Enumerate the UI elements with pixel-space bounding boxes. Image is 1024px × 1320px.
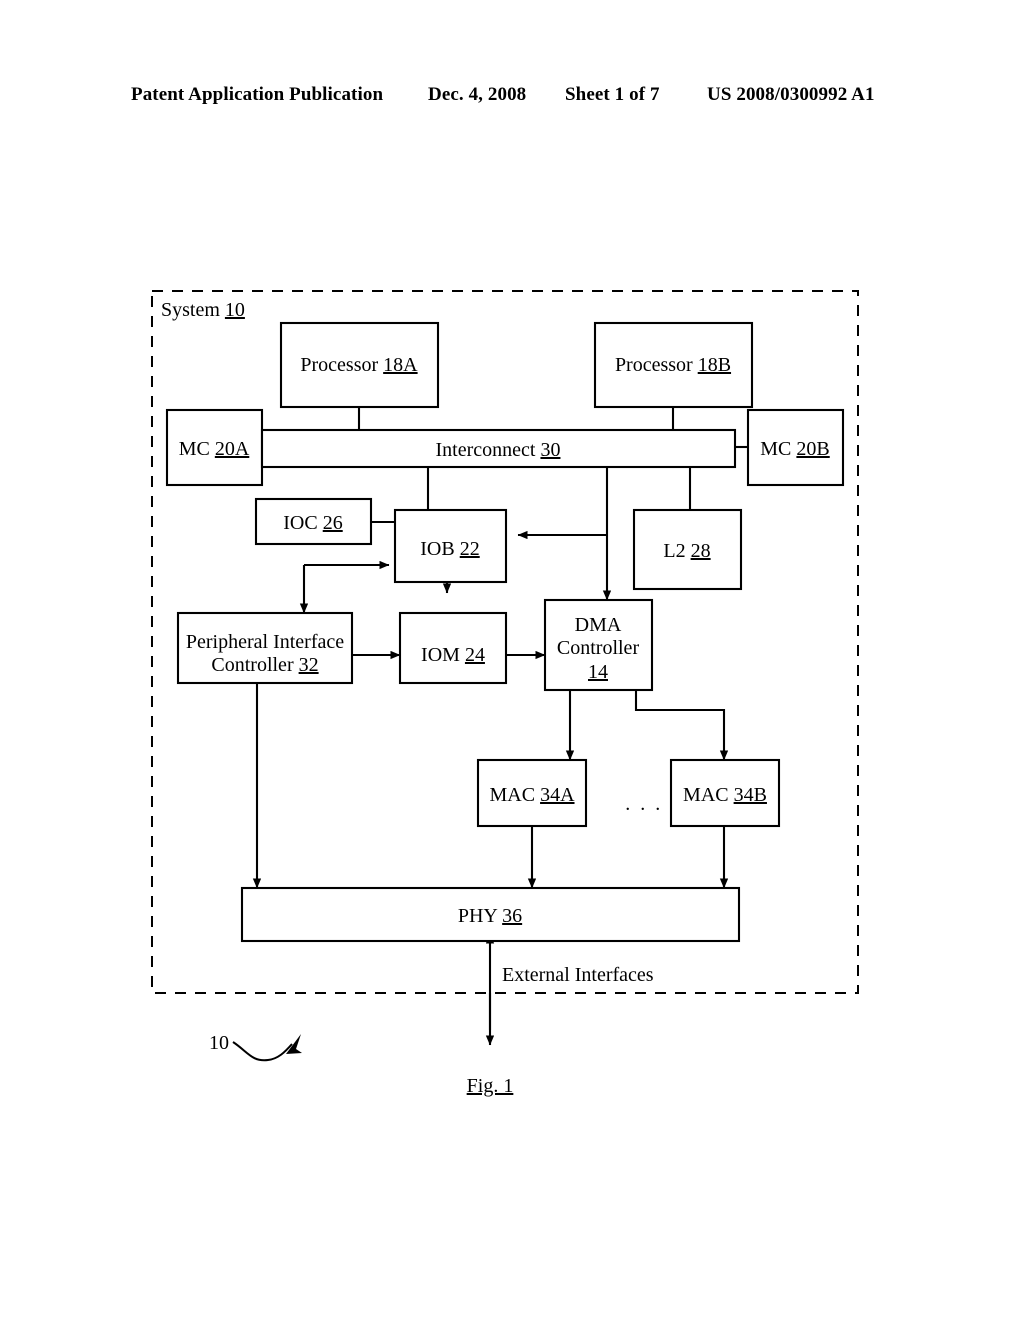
system-label: System 10	[161, 299, 245, 321]
figure-caption: Fig. 1	[467, 1075, 514, 1097]
mc-a-ref: 20A	[215, 438, 250, 460]
svg-text:MAC 34A: MAC 34A	[489, 784, 575, 806]
svg-text:Processor 18A: Processor 18A	[300, 354, 418, 376]
system-label-text: System	[161, 299, 220, 321]
publication-date: Dec. 4, 2008	[428, 84, 527, 105]
peripheral-ref: 32	[299, 654, 319, 676]
interconnect-label: Interconnect	[436, 439, 536, 461]
l2-ref: 28	[691, 540, 711, 562]
svg-text:Processor 18B: Processor 18B	[615, 354, 731, 376]
svg-text:PHY 36: PHY 36	[458, 905, 522, 927]
dma-label-line2: Controller	[557, 637, 640, 659]
iom-ref: 24	[465, 644, 485, 666]
block-processor-18a: Processor 18A	[279, 321, 440, 409]
phy-label: PHY	[458, 905, 498, 927]
dma-ref: 14	[588, 661, 608, 683]
figure-1: System 10 Processor 18A Processor 18B MC…	[0, 270, 1024, 1120]
peripheral-label-line1: Peripheral Interface	[186, 631, 344, 653]
svg-text:IOM 24: IOM 24	[421, 644, 485, 666]
block-dma-controller-14: DMA Controller 14	[543, 598, 654, 692]
block-iom-24: IOM 24	[398, 611, 508, 685]
processor-a-label: Processor	[300, 354, 378, 376]
svg-text:MC 20A: MC 20A	[179, 438, 250, 460]
ioc-label: IOC	[283, 512, 317, 534]
system-label-ref: 10	[225, 299, 245, 321]
sheet-number-label: Sheet 1 of 7	[565, 84, 660, 105]
svg-text:MAC 34B: MAC 34B	[683, 784, 767, 806]
processor-b-label: Processor	[615, 354, 693, 376]
svg-text:IOB 22: IOB 22	[420, 538, 479, 560]
mac-a-ref: 34A	[540, 784, 575, 806]
callout-arrowhead	[286, 1034, 302, 1054]
svg-text:Interconnect 30: Interconnect 30	[436, 439, 561, 461]
svg-text:MC 20B: MC 20B	[760, 438, 829, 460]
dma-label-line1: DMA	[575, 614, 622, 636]
block-processor-18b: Processor 18B	[593, 321, 754, 409]
mc-a-label: MC	[179, 438, 210, 460]
external-interfaces-label: External Interfaces	[502, 964, 654, 986]
iob-ref: 22	[460, 538, 480, 560]
link-dma-mac-b	[631, 680, 729, 761]
iob-label: IOB	[420, 538, 454, 560]
mac-a-label: MAC	[489, 784, 535, 806]
svg-text:Controller 32: Controller 32	[211, 654, 318, 676]
block-mc-20b: MC 20B	[746, 408, 845, 487]
block-mac-34b: MAC 34B	[669, 758, 781, 828]
block-l2-28: L2 28	[632, 508, 743, 591]
processor-a-ref: 18A	[383, 354, 418, 376]
block-peripheral-interface-controller-32: Peripheral Interface Controller 32	[176, 611, 354, 685]
callout-lead-line	[232, 1041, 293, 1062]
mac-ellipsis: . . .	[625, 793, 663, 815]
phy-ref: 36	[502, 905, 522, 927]
block-phy-36: PHY 36	[240, 886, 741, 943]
page-header: Patent Application Publication Dec. 4, 2…	[0, 84, 1024, 114]
mac-b-label: MAC	[683, 784, 729, 806]
block-iob-22: IOB 22	[393, 508, 508, 584]
ioc-ref: 26	[323, 512, 343, 534]
peripheral-label-line2: Controller	[211, 654, 294, 676]
block-mac-34a: MAC 34A	[476, 758, 588, 828]
patent-number-label: US 2008/0300992 A1	[707, 84, 875, 105]
svg-text:L2 28: L2 28	[663, 540, 710, 562]
block-mc-20a: MC 20A	[165, 408, 264, 487]
system-block-diagram: System 10 Processor 18A Processor 18B MC…	[151, 290, 859, 1097]
mc-b-ref: 20B	[796, 438, 829, 460]
interconnect-ref: 30	[540, 439, 560, 461]
svg-text:IOC 26: IOC 26	[283, 512, 342, 534]
l2-label: L2	[663, 540, 685, 562]
mc-b-label: MC	[760, 438, 791, 460]
iom-label: IOM	[421, 644, 460, 666]
block-ioc-26: IOC 26	[254, 497, 373, 546]
publication-label: Patent Application Publication	[131, 84, 384, 105]
callout-number: 10	[209, 1032, 229, 1054]
block-interconnect-30: Interconnect 30	[260, 428, 737, 469]
processor-b-ref: 18B	[698, 354, 731, 376]
mac-b-ref: 34B	[734, 784, 767, 806]
